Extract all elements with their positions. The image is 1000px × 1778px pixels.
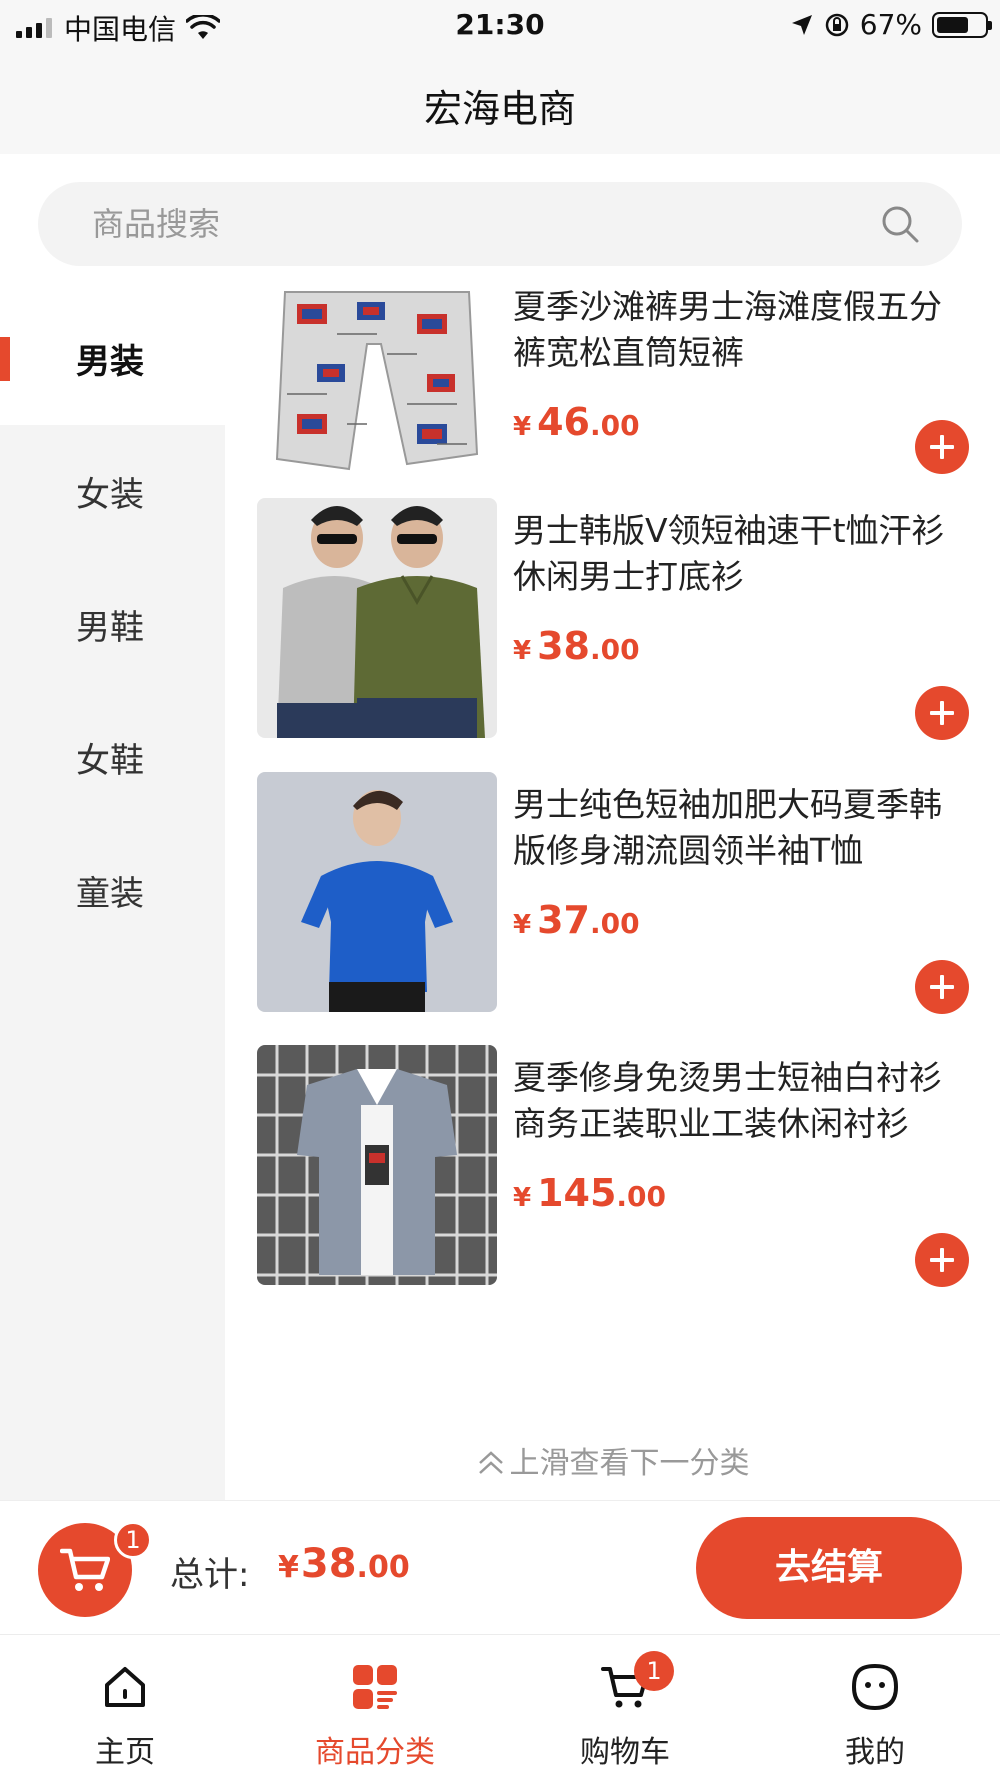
page-title: 宏海电商 xyxy=(423,87,576,131)
search-section xyxy=(0,154,1000,274)
price-decimal: .00 xyxy=(589,409,640,442)
sidebar-item-label: 童装 xyxy=(76,874,144,914)
total-price: ¥38.00 xyxy=(278,1541,410,1587)
price-decimal: .00 xyxy=(356,1550,410,1585)
product-price: ¥37.00 xyxy=(513,898,640,942)
home-icon xyxy=(105,1667,145,1707)
tab-label: 购物车 xyxy=(580,1735,670,1770)
tab-home[interactable]: 主页 xyxy=(0,1635,250,1778)
price-integer: 145 xyxy=(537,1171,617,1215)
price-integer: 38 xyxy=(300,1541,357,1587)
total-label: 总计: xyxy=(170,1555,250,1595)
next-category-hint: 上滑查看下一分类 xyxy=(225,1438,1000,1482)
price-integer: 46 xyxy=(537,400,590,444)
cart-icon xyxy=(60,1548,110,1591)
cart-count-badge: 1 xyxy=(114,1521,152,1559)
tab-label: 我的 xyxy=(845,1735,905,1770)
tab-label: 商品分类 xyxy=(315,1735,435,1770)
price-currency: ¥ xyxy=(513,910,532,940)
checkout-button[interactable]: 去结算 xyxy=(696,1517,962,1619)
product-title: 夏季修身免烫男士短袖白衬衫商务正装职业工装休闲衬衫 xyxy=(513,1058,942,1143)
tab-profile[interactable]: 我的 xyxy=(750,1635,1000,1778)
sidebar-item-mens-shoes[interactable]: 男鞋 xyxy=(0,558,225,691)
sidebar-item-womenswear[interactable]: 女装 xyxy=(0,425,225,558)
category-icon xyxy=(353,1665,397,1709)
cart-summary-bar: 1 总计: ¥38.00 去结算 xyxy=(0,1500,1000,1634)
tab-categories[interactable]: 商品分类 xyxy=(250,1635,500,1778)
next-hint-text: 上滑查看下一分类 xyxy=(509,1446,750,1481)
sidebar-item-kidswear[interactable]: 童装 xyxy=(0,824,225,957)
add-to-cart-button[interactable] xyxy=(915,1233,969,1287)
battery-icon xyxy=(932,11,992,38)
tab-bar: 主页 商品分类 1 购物车 我的 xyxy=(0,1634,1000,1778)
add-to-cart-button[interactable] xyxy=(915,686,969,740)
profile-icon xyxy=(851,1663,899,1711)
search-bar[interactable] xyxy=(38,182,962,266)
rotation-lock-icon xyxy=(825,13,849,36)
price-currency: ¥ xyxy=(513,636,532,666)
price-decimal: .00 xyxy=(616,1180,667,1213)
sidebar-item-label: 男鞋 xyxy=(76,608,144,648)
tab-label: 主页 xyxy=(95,1735,155,1770)
product-image[interactable] xyxy=(257,1045,497,1285)
price-integer: 37 xyxy=(537,898,590,942)
sidebar-item-menswear[interactable]: 男装 xyxy=(0,274,225,425)
cart-tab-badge: 1 xyxy=(634,1651,674,1691)
product-title: 男士纯色短袖加肥大码夏季韩版修身潮流圆领半袖T恤 xyxy=(513,785,942,870)
sidebar-item-label: 女装 xyxy=(76,475,144,515)
price-currency: ¥ xyxy=(513,412,532,442)
battery-level xyxy=(937,16,968,33)
category-sidebar: 男装 女装 男鞋 女鞋 童装 xyxy=(0,274,225,1500)
product-title: 夏季沙滩裤男士海滩度假五分裤宽松直筒短裤 xyxy=(513,287,942,372)
add-to-cart-button[interactable] xyxy=(915,420,969,474)
price-currency: ¥ xyxy=(513,1183,532,1213)
price-currency: ¥ xyxy=(278,1550,299,1585)
product-card[interactable]: 男士纯色短袖加肥大码夏季韩版修身潮流圆领半袖T恤 ¥37.00 xyxy=(225,772,1000,1045)
product-card[interactable]: 夏季修身免烫男士短袖白衬衫商务正装职业工装休闲衬衫 ¥145.00 xyxy=(225,1045,1000,1318)
search-input[interactable] xyxy=(92,182,872,266)
sidebar-item-womens-shoes[interactable]: 女鞋 xyxy=(0,691,225,824)
product-price: ¥46.00 xyxy=(513,400,640,444)
product-list: 夏季沙滩裤男士海滩度假五分裤宽松直筒短裤 ¥46.00 男士韩版V领短袖速干t恤… xyxy=(225,274,1000,1500)
search-icon[interactable] xyxy=(880,204,920,244)
price-integer: 38 xyxy=(537,624,590,668)
tab-cart[interactable]: 1 购物车 xyxy=(500,1635,750,1778)
status-bar: 中国电信 21:30 67% xyxy=(0,0,1000,52)
add-to-cart-button[interactable] xyxy=(915,960,969,1014)
status-right: 67% xyxy=(790,8,992,41)
location-arrow-icon xyxy=(791,14,812,35)
product-title: 男士韩版V领短袖速干t恤汗衫休闲男士打底衫 xyxy=(513,511,945,596)
price-decimal: .00 xyxy=(589,633,640,666)
double-chevron-up-icon xyxy=(478,1451,503,1474)
price-decimal: .00 xyxy=(589,907,640,940)
product-price: ¥38.00 xyxy=(513,624,640,668)
sidebar-item-label: 女鞋 xyxy=(76,741,144,781)
product-image[interactable] xyxy=(257,498,497,738)
product-image[interactable] xyxy=(257,274,497,514)
sidebar-item-label: 男装 xyxy=(76,342,144,382)
product-price: ¥145.00 xyxy=(513,1171,666,1215)
product-card[interactable]: 男士韩版V领短袖速干t恤汗衫休闲男士打底衫 ¥38.00 xyxy=(225,498,1000,771)
product-image[interactable] xyxy=(257,772,497,1012)
nav-bar: 宏海电商 xyxy=(0,52,1000,154)
battery-percent: 67% xyxy=(859,8,922,41)
